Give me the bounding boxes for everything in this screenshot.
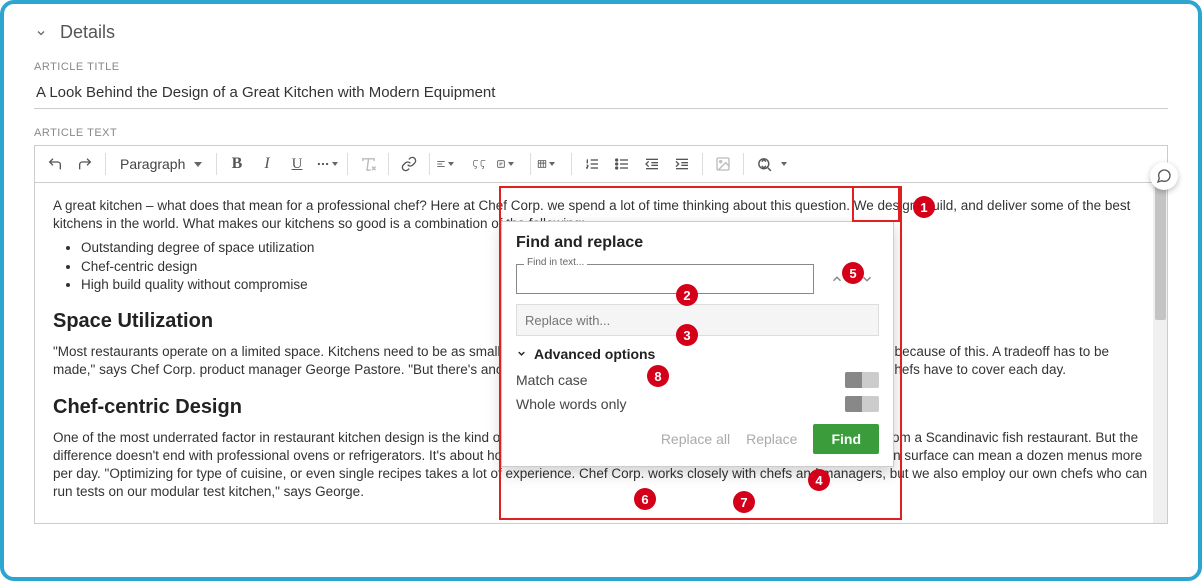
advanced-options-label: Advanced options — [534, 346, 655, 362]
scrollbar-track[interactable] — [1153, 183, 1167, 523]
advanced-options-toggle[interactable]: Advanced options — [516, 346, 879, 362]
table-button[interactable] — [537, 150, 565, 178]
insert-image-button[interactable] — [709, 150, 737, 178]
replace-all-button[interactable]: Replace all — [661, 431, 730, 447]
replace-input[interactable] — [516, 304, 879, 336]
more-format-button[interactable] — [313, 150, 341, 178]
app-frame: Details ARTICLE TITLE ARTICLE TEXT Parag… — [0, 0, 1202, 581]
whole-words-toggle[interactable] — [845, 396, 879, 412]
match-case-toggle[interactable] — [845, 372, 879, 388]
article-title-input[interactable] — [34, 83, 1168, 102]
caret-down-icon — [508, 162, 514, 166]
details-header[interactable]: Details — [4, 4, 1198, 51]
caret-down-icon — [448, 162, 454, 166]
find-legend: Find in text... — [524, 257, 587, 268]
editor-toolbar: Paragraph B I U — [35, 146, 1167, 183]
add-comment-button[interactable] — [1150, 162, 1178, 190]
find-button[interactable]: Find — [813, 424, 879, 454]
find-replace-button[interactable] — [750, 150, 778, 178]
numbered-list-button[interactable] — [578, 150, 606, 178]
chevron-down-icon — [34, 26, 48, 40]
find-next-button[interactable] — [855, 267, 879, 291]
italic-button[interactable]: I — [253, 150, 281, 178]
link-button[interactable] — [395, 150, 423, 178]
insert-special-button[interactable] — [496, 150, 524, 178]
match-case-label: Match case — [516, 372, 588, 388]
details-label: Details — [60, 22, 115, 43]
redo-button[interactable] — [71, 150, 99, 178]
find-prev-button[interactable] — [825, 267, 849, 291]
whole-words-label: Whole words only — [516, 396, 627, 412]
article-title-label: ARTICLE TITLE — [34, 61, 1168, 73]
outdent-button[interactable] — [638, 150, 666, 178]
chevron-down-icon — [516, 348, 528, 360]
bullet-list-button[interactable] — [608, 150, 636, 178]
quote-button[interactable] — [466, 150, 494, 178]
indent-button[interactable] — [668, 150, 696, 178]
clear-format-button[interactable] — [354, 150, 382, 178]
caret-down-icon — [332, 162, 338, 166]
dialog-title: Find and replace — [516, 234, 879, 252]
caret-down-icon — [549, 162, 555, 166]
find-replace-dialog: Find and replace Find in text... Advance… — [501, 221, 894, 467]
undo-button[interactable] — [41, 150, 69, 178]
underline-button[interactable]: U — [283, 150, 311, 178]
block-style-select[interactable]: Paragraph — [112, 152, 210, 176]
replace-button[interactable]: Replace — [746, 431, 797, 447]
bold-button[interactable]: B — [223, 150, 251, 178]
caret-down-icon[interactable] — [781, 162, 787, 166]
article-text-label: ARTICLE TEXT — [34, 127, 1168, 139]
scrollbar-thumb[interactable] — [1155, 185, 1166, 320]
align-button[interactable] — [436, 150, 464, 178]
find-input[interactable] — [516, 264, 814, 294]
